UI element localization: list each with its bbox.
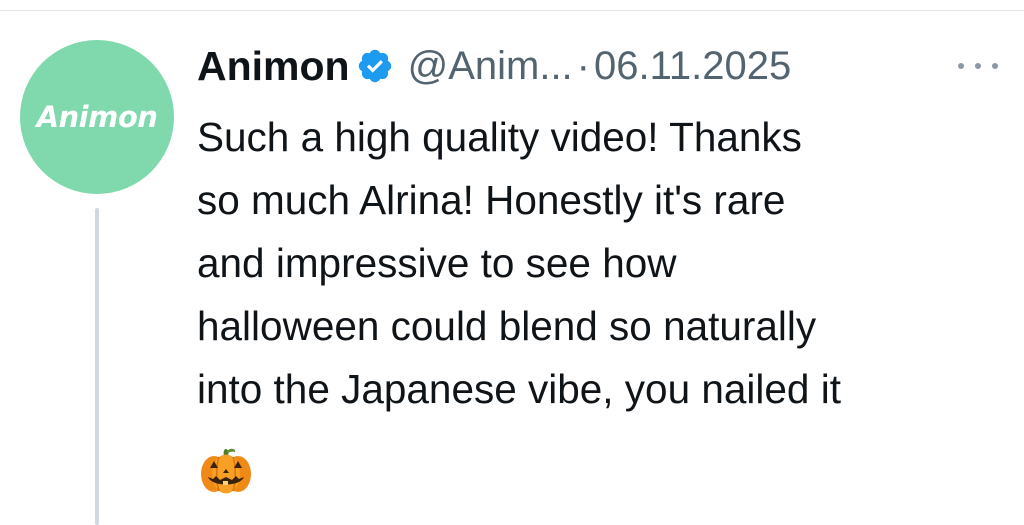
more-dot bbox=[992, 63, 998, 69]
tweet-text-line: and impressive to see how bbox=[197, 240, 677, 286]
tweet-header: Animon @Anim... · 06.11.2025 bbox=[197, 38, 791, 94]
more-dot bbox=[975, 63, 981, 69]
avatar-logo-text: Animon bbox=[36, 100, 158, 134]
thread-connector-line bbox=[95, 208, 99, 525]
verified-badge-icon bbox=[356, 47, 394, 85]
more-options-icon[interactable] bbox=[958, 54, 998, 78]
tweet-card[interactable]: Animon Animon @Anim... · 06.11.2025 Such… bbox=[0, 0, 1024, 525]
tweet-text: Such a high quality video! Thanks so muc… bbox=[197, 106, 1007, 421]
tweet-text-line: halloween could blend so naturally bbox=[197, 303, 817, 349]
header-separator: · bbox=[576, 43, 590, 88]
tweet-text-line: so much Alrina! Honestly it's rare bbox=[197, 177, 786, 223]
jack-o-lantern-icon bbox=[199, 443, 253, 497]
divider bbox=[0, 10, 1024, 11]
author-name[interactable]: Animon bbox=[197, 43, 350, 90]
tweet-text-line: into the Japanese vibe, you nailed it bbox=[197, 366, 841, 412]
author-handle[interactable]: @Anim... bbox=[408, 44, 573, 89]
avatar[interactable]: Animon bbox=[20, 40, 174, 194]
more-dot bbox=[958, 63, 964, 69]
tweet-text-line: Such a high quality video! Thanks bbox=[197, 114, 802, 160]
tweet-date[interactable]: 06.11.2025 bbox=[594, 44, 791, 89]
